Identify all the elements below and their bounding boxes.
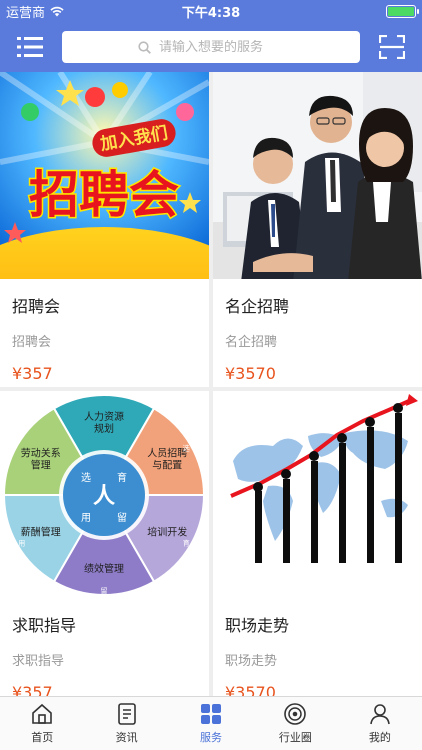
home-icon [32, 703, 53, 724]
card-title: 名企招聘 [225, 297, 290, 316]
card-title: 求职指导 [12, 616, 77, 635]
grid-icon [201, 704, 222, 724]
wheel-ring-label: 用 [18, 540, 25, 548]
status-right [276, 4, 419, 18]
tab-label: 我的 [368, 731, 391, 744]
news-icon [117, 703, 136, 725]
card-title: 招聘会 [12, 297, 61, 316]
card-subtitle: 招聘会 [12, 335, 52, 350]
tab-mine[interactable]: 我的 [338, 697, 422, 750]
tab-label: 行业圈 [278, 731, 312, 744]
scan-icon [379, 35, 405, 59]
hr-wheel-diagram: 人力资源规划 人员招聘与配置 培训开发 绩效管理 薪酬管理 劳动关系管理 选育用留人选育留… [0, 391, 209, 598]
wifi-icon [50, 6, 64, 16]
card-price: ¥357 [12, 364, 53, 383]
card-price: ¥3570 [225, 683, 276, 696]
service-card[interactable]: 人力资源规划 人员招聘与配置 培训开发 绩效管理 薪酬管理 劳动关系管理 选育用留人选育留… [0, 391, 209, 696]
carrier-label: 运营商 [6, 5, 46, 21]
card-title: 职场走势 [225, 616, 290, 635]
card-subtitle: 求职指导 [12, 654, 65, 669]
menu-list-icon [17, 37, 43, 57]
wheel-center-letter: 选 [81, 471, 91, 484]
card-subtitle: 名企招聘 [225, 335, 278, 350]
app-screen: 运营商 下午4:38 请输入想要的服务 加入我们 招聘会 招聘会 招聘会 ¥35… [0, 0, 422, 750]
tab-label: 资讯 [115, 731, 138, 744]
search-box[interactable] [62, 31, 360, 63]
tab-label: 首页 [31, 731, 54, 744]
wheel-segment-label: 薪酬管理 [21, 526, 61, 539]
wheel-segment-label: 绩效管理 [84, 562, 124, 575]
business-people-photo [213, 72, 422, 279]
card-price: ¥357 [12, 683, 53, 696]
status-time: 下午4:38 [181, 5, 241, 21]
tab-home[interactable]: 首页 [0, 697, 84, 750]
wheel-center-letter: 育 [117, 471, 127, 484]
scan-button[interactable] [374, 29, 410, 65]
wheel-ring-label: 选 [183, 444, 190, 453]
wheel-center-mark: 人 [93, 484, 115, 509]
service-card[interactable]: 名企招聘 名企招聘 ¥3570 [213, 72, 422, 387]
career-trend-image [213, 391, 422, 598]
status-left: 运营商 [6, 2, 146, 21]
wheel-center-letter: 留 [117, 511, 127, 524]
wheel-center-letter: 用 [81, 513, 91, 524]
card-price: ¥3570 [225, 364, 276, 383]
service-card[interactable]: 职场走势 职场走势 ¥3570 [213, 391, 422, 696]
card-subtitle: 职场走势 [225, 654, 278, 669]
tab-label: 服务 [200, 731, 223, 744]
service-grid: 加入我们 招聘会 招聘会 招聘会 ¥357 名企招聘 名企招聘 ¥3570 人力… [0, 72, 422, 696]
banner-main-text: 招聘会 [29, 166, 179, 224]
menu-button[interactable] [12, 29, 48, 65]
nav-bar [0, 22, 422, 72]
wheel-segment-label: 人员招聘与配置 [147, 447, 187, 472]
wheel-segment-label: 培训开发 [147, 526, 187, 539]
tab-industry-circle[interactable]: 行业圈 [253, 697, 337, 750]
search-input[interactable] [159, 39, 284, 55]
search-icon [138, 40, 151, 54]
tab-news[interactable]: 资讯 [84, 697, 168, 750]
bottom-tab-bar: 首页 资讯 服务 行业圈 我的 [0, 696, 422, 750]
tab-services[interactable]: 服务 [169, 697, 253, 750]
status-bar: 运营商 下午4:38 [0, 0, 422, 22]
service-card[interactable]: 加入我们 招聘会 招聘会 招聘会 ¥357 [0, 72, 209, 387]
user-icon [370, 704, 390, 725]
wheel-ring-label: 育 [183, 539, 190, 548]
circle-icon [284, 703, 307, 725]
wheel-ring-label: 留 [101, 586, 108, 595]
job-fair-banner-image: 加入我们 招聘会 [0, 72, 209, 279]
battery-icon [386, 4, 419, 18]
